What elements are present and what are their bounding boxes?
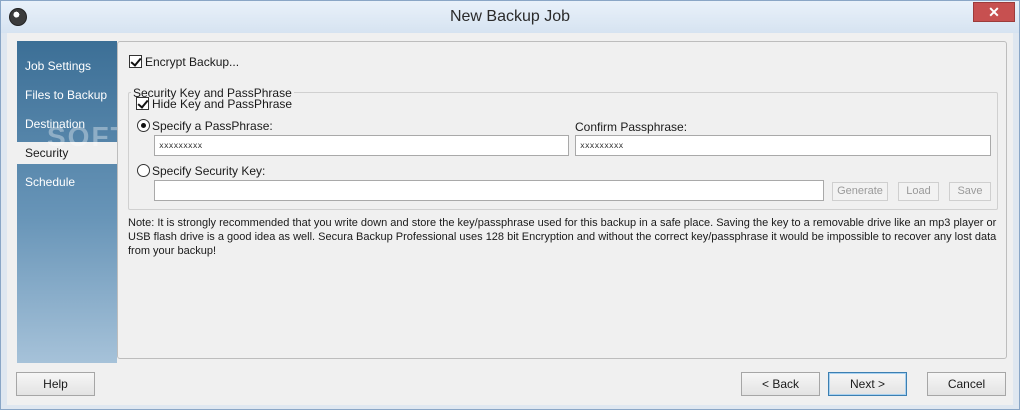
specify-security-key-label[interactable]: Specify Security Key: [152,164,265,178]
generate-button[interactable]: Generate [832,182,888,201]
encrypt-backup-checkbox[interactable] [129,55,142,68]
specify-security-key-radio[interactable] [137,164,150,177]
hide-key-label[interactable]: Hide Key and PassPhrase [152,97,292,111]
load-button[interactable]: Load [898,182,939,201]
encryption-note: Note: It is strongly recommended that yo… [128,217,997,257]
passphrase-input[interactable]: xxxxxxxxx [154,135,569,156]
window-title: New Backup Job [449,8,571,25]
backup-job-window: New Backup Job ✕ Job Settings Files to B… [0,0,1020,410]
hide-key-checkbox[interactable] [136,97,149,110]
cancel-button[interactable]: Cancel [927,372,1006,396]
dialog-body: Job Settings Files to Backup Destination… [7,33,1013,405]
security-panel: Encrypt Backup... Security Key and PassP… [117,41,1007,359]
sidebar-item-schedule[interactable]: Schedule [25,171,117,193]
wizard-sidebar: Job Settings Files to Backup Destination… [17,41,223,363]
specify-passphrase-radio[interactable] [137,119,150,132]
sidebar-item-files-to-backup[interactable]: Files to Backup [25,84,117,106]
back-button[interactable]: < Back [741,372,820,396]
sidebar-item-job-settings[interactable]: Job Settings [25,55,117,77]
title-bar[interactable]: New Backup Job ✕ [1,1,1019,33]
encrypt-backup-label[interactable]: Encrypt Backup... [145,55,239,69]
save-button[interactable]: Save [949,182,991,201]
confirm-passphrase-input[interactable]: xxxxxxxxx [575,135,991,156]
next-button[interactable]: Next > [828,372,907,396]
close-button[interactable]: ✕ [973,2,1015,22]
specify-passphrase-label[interactable]: Specify a PassPhrase: [152,119,273,133]
help-button[interactable]: Help [16,372,95,396]
confirm-passphrase-label: Confirm Passphrase: [575,120,688,134]
security-key-input[interactable] [154,180,824,201]
